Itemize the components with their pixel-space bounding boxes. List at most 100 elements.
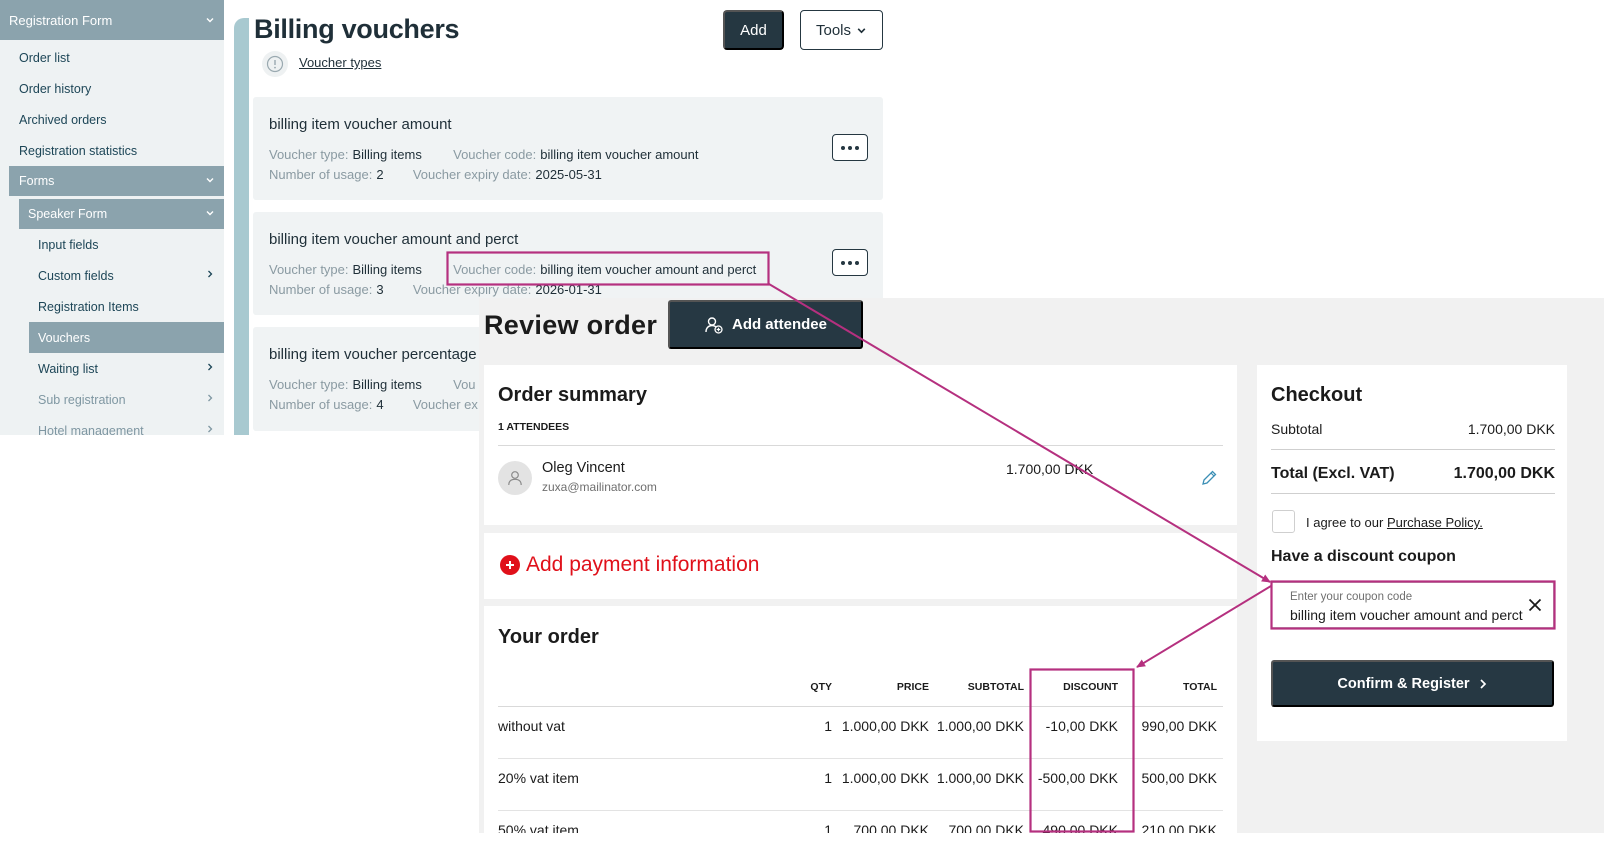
add-voucher-button[interactable]: Add	[723, 10, 784, 50]
coupon-input[interactable]: Enter your coupon code billing item vouc…	[1271, 582, 1554, 628]
divider	[498, 445, 1223, 446]
voucher-type-label: Voucher type:	[269, 147, 349, 162]
sidebar-item-registration-statistics[interactable]: Registration statistics	[0, 135, 224, 166]
item-subtotal: 700,00 DKK	[935, 810, 1030, 833]
voucher-meta-row: Number of usage: 4 Voucher ex	[269, 397, 478, 412]
sidebar-item-archived-orders[interactable]: Archived orders	[0, 104, 224, 135]
sidebar-item-input-fields[interactable]: Input fields	[0, 229, 224, 260]
checkout-title: Checkout	[1271, 384, 1363, 406]
your-order-title: Your order	[498, 626, 599, 648]
payment-card[interactable]: Add payment information	[484, 533, 1237, 599]
voucher-code-label: Voucher code:	[453, 147, 537, 162]
review-order-title: Review order	[484, 310, 658, 340]
sidebar-item-hotel-management[interactable]: Hotel management	[0, 415, 224, 435]
item-total: 210,00 DKK	[1124, 810, 1223, 833]
checkout-card: Checkout Subtotal 1.700,00 DKK Total (Ex…	[1257, 365, 1567, 741]
sidebar-item-label: Registration Items	[38, 299, 139, 314]
chevron-right-icon	[208, 270, 213, 278]
sidebar-item-sub-registration[interactable]: Sub registration	[0, 384, 224, 415]
attendee-email: zuxa@mailinator.com	[542, 480, 657, 494]
sidebar-item-vouchers[interactable]: Vouchers	[29, 322, 224, 353]
content-gutter-accent	[234, 18, 249, 435]
confirm-register-label: Confirm & Register	[1337, 675, 1470, 692]
total-row: Total (Excl. VAT) 1.700,00 DKK	[1271, 465, 1555, 483]
voucher-actions-button[interactable]	[832, 134, 868, 161]
sidebar-item-custom-fields[interactable]: Custom fields	[0, 260, 224, 291]
item-qty: 1	[768, 706, 838, 759]
agree-label: I agree to our	[1306, 515, 1384, 530]
voucher-expiry-label: Voucher expiry date:	[412, 167, 532, 182]
chevron-down-icon	[206, 178, 214, 183]
voucher-type-value: Billing items	[352, 147, 422, 162]
item-name: 20% vat item	[498, 758, 768, 811]
voucher-name: billing item voucher amount	[269, 116, 452, 133]
item-total: 990,00 DKK	[1124, 706, 1223, 759]
admin-sidebar: Registration Form Order list Order histo…	[0, 0, 224, 435]
purchase-policy-checkbox[interactable]	[1272, 510, 1295, 533]
sidebar-root-label: Registration Form	[9, 12, 113, 28]
sidebar-item-label: Forms	[19, 174, 55, 188]
close-icon[interactable]	[1527, 597, 1543, 613]
confirm-register-button[interactable]: Confirm & Register	[1271, 660, 1554, 707]
coupon-input-value[interactable]: billing item voucher amount and perct	[1290, 607, 1523, 623]
chevron-down-icon	[857, 27, 866, 33]
item-discount: -10,00 DKK	[1030, 706, 1124, 759]
your-order-card: Your order QTY PRICE SUBTOTAL DISCOUNT T…	[484, 606, 1237, 833]
chevron-right-icon	[208, 363, 213, 371]
purchase-policy-link[interactable]: Purchase Policy.	[1387, 515, 1483, 530]
attendee-name: Oleg Vincent	[542, 460, 625, 476]
voucher-usage-label: Number of usage:	[269, 282, 373, 297]
subtotal-row: Subtotal 1.700,00 DKK	[1271, 421, 1555, 437]
add-user-icon	[705, 316, 723, 334]
voucher-expiry-value: 2026-01-31	[535, 282, 602, 297]
table-header-row: QTY PRICE SUBTOTAL DISCOUNT TOTAL	[498, 669, 1223, 707]
sidebar-item-label: Sub registration	[38, 392, 126, 407]
voucher-meta-row: Number of usage: 3 Voucher expiry date: 20…	[269, 282, 602, 297]
voucher-code-value: billing item voucher amount	[540, 147, 699, 162]
sidebar-item-speaker-form[interactable]: Speaker Form	[19, 199, 224, 229]
voucher-card: billing item voucher amount Voucher type…	[253, 97, 883, 200]
pencil-icon[interactable]	[1200, 469, 1218, 487]
voucher-usage-label: Number of usage:	[269, 397, 373, 412]
coupon-input-label: Enter your coupon code	[1290, 591, 1413, 603]
voucher-expiry-label: Voucher expiry date:	[412, 282, 532, 297]
sidebar-item-label: Custom fields	[38, 268, 114, 283]
column-header-price: PRICE	[838, 669, 935, 707]
voucher-expiry-value: 2025-05-31	[535, 167, 602, 182]
item-discount: -500,00 DKK	[1030, 758, 1124, 811]
sidebar-item-label: Archived orders	[19, 112, 107, 127]
voucher-actions-button[interactable]	[832, 249, 868, 276]
column-header-qty: QTY	[768, 669, 838, 707]
sidebar-item-order-history[interactable]: Order history	[0, 73, 224, 104]
item-discount: -490,00 DKK	[1030, 810, 1124, 833]
sidebar-item-order-list[interactable]: Order list	[0, 42, 224, 73]
voucher-name: billing item voucher percentage	[269, 346, 477, 363]
user-avatar-icon	[498, 461, 532, 495]
column-header-total: TOTAL	[1124, 669, 1223, 707]
voucher-type-value: Billing items	[352, 377, 422, 392]
sidebar-item-label: Hotel management	[38, 423, 144, 436]
more-dots-icon	[841, 260, 845, 265]
column-header-item	[498, 669, 768, 707]
subtotal-label: Subtotal	[1271, 421, 1323, 437]
add-attendee-button[interactable]: Add attendee	[668, 300, 863, 349]
total-label: Total (Excl. VAT)	[1271, 465, 1395, 482]
table-row: 20% vat item 1 1.000,00 DKK 1.000,00 DKK…	[498, 758, 1223, 811]
add-payment-information-link[interactable]: Add payment information	[526, 553, 759, 577]
tools-dropdown-button[interactable]: Tools	[800, 10, 883, 50]
voucher-types-link[interactable]: Voucher types	[299, 55, 381, 70]
chevron-down-icon	[206, 18, 214, 23]
voucher-code-value: billing item voucher amount and perct	[540, 262, 757, 277]
sidebar-item-forms[interactable]: Forms	[9, 166, 224, 196]
order-summary-card: Order summary 1 ATTENDEES Oleg Vincent z…	[484, 365, 1237, 525]
item-name: 50% vat item	[498, 810, 768, 833]
voucher-usage-label: Number of usage:	[269, 167, 373, 182]
sidebar-item-registration-items[interactable]: Registration Items	[0, 291, 224, 322]
discount-coupon-title: Have a discount coupon	[1271, 548, 1456, 565]
item-subtotal: 1.000,00 DKK	[935, 706, 1030, 759]
table-row: 50% vat item 1 700,00 DKK 700,00 DKK -49…	[498, 810, 1223, 833]
sidebar-root-registration-form[interactable]: Registration Form	[0, 0, 224, 40]
divider	[1271, 493, 1555, 494]
column-header-subtotal: SUBTOTAL	[935, 669, 1030, 707]
sidebar-item-waiting-list[interactable]: Waiting list	[0, 353, 224, 384]
